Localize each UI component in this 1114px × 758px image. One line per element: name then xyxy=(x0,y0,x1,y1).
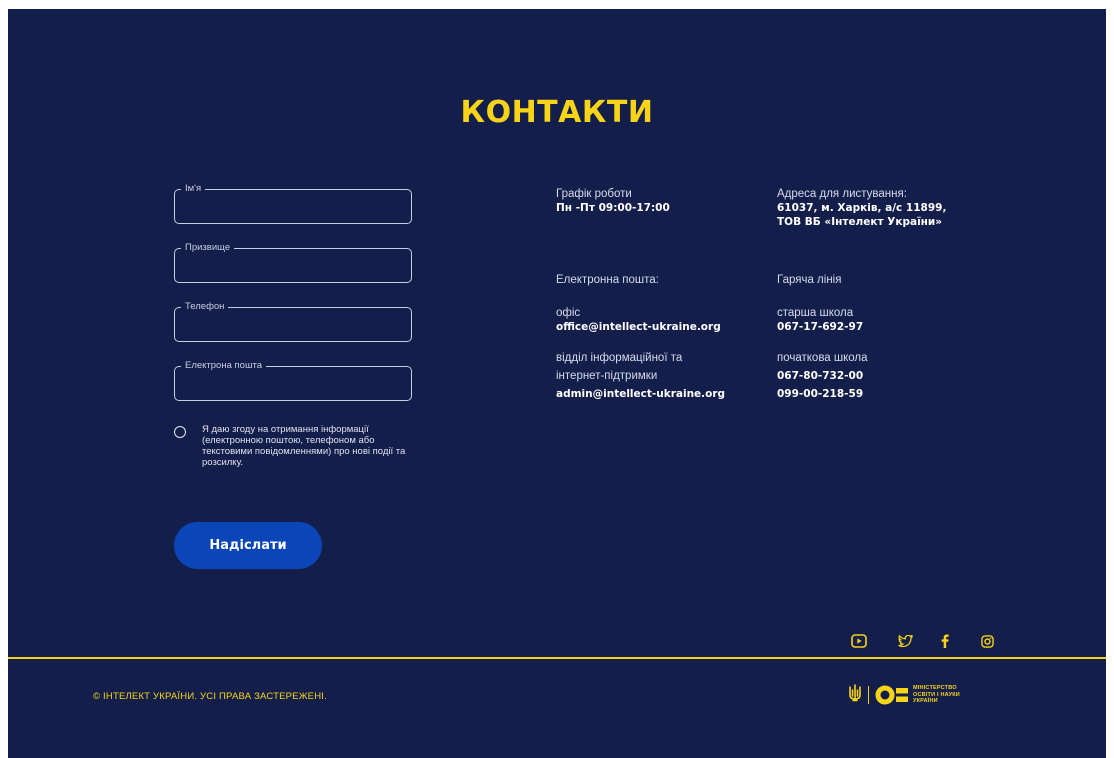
email-field-label: Електрона пошта xyxy=(181,359,267,372)
schedule-value: Пн -Пт 09:00-17:00 xyxy=(556,202,670,214)
footer-logos: МІНІСТЕРСТВО ОСВІТИ І НАУКИ УКРАЇНИ xyxy=(848,680,960,710)
hotline-heading: Гаряча лінія xyxy=(777,274,842,286)
twitter-icon[interactable] xyxy=(896,631,914,651)
page-title: КОНТАКТИ xyxy=(460,95,654,130)
address-line2: ТОВ ВБ «Інтелект України» xyxy=(777,216,943,228)
logo-separator xyxy=(868,686,869,704)
surname-field-label: Призвище xyxy=(181,241,235,254)
support-email-link[interactable]: admin@intellect-ukraine.org xyxy=(556,385,725,403)
senior-school-phone[interactable]: 067-17-692-97 xyxy=(777,320,863,334)
surname-field[interactable]: Призвище xyxy=(174,241,412,283)
address-block: Адреса для листування: 61037, м. Харків,… xyxy=(777,187,946,229)
ministry-logo-text: МІНІСТЕРСТВО ОСВІТИ І НАУКИ УКРАЇНИ xyxy=(913,685,960,705)
senior-school-block: старша школа 067-17-692-97 xyxy=(777,306,863,334)
consent-radio[interactable] xyxy=(174,426,186,438)
primary-school-phone-1[interactable]: 067-80-732-00 xyxy=(777,367,868,385)
trident-icon xyxy=(848,684,862,706)
senior-school-label: старша школа xyxy=(777,307,854,319)
footer-divider xyxy=(8,657,1106,659)
email-field[interactable]: Електрона пошта xyxy=(174,359,412,401)
support-label-line2: інтернет-підтримки xyxy=(556,370,658,382)
name-field-label: Ім'я xyxy=(181,182,206,195)
surname-input[interactable] xyxy=(182,257,404,275)
support-label-line1: відділ інформаційної та xyxy=(556,352,683,364)
support-email-block: відділ інформаційної та інтернет-підтрим… xyxy=(556,349,725,403)
email-heading: Електронна пошта: xyxy=(556,274,659,286)
phone-input[interactable] xyxy=(182,316,404,334)
address-label: Адреса для листування: xyxy=(777,188,907,200)
schedule-label: Графік роботи xyxy=(556,188,632,200)
office-label: офіс xyxy=(556,307,581,319)
address-line1: 61037, м. Харків, а/с 11899, xyxy=(777,202,947,214)
primary-school-label: початкова школа xyxy=(777,352,868,364)
youtube-icon[interactable] xyxy=(850,631,868,651)
office-email-block: офіс office@intellect-ukraine.org xyxy=(556,306,721,334)
copyright-text: © ІНТЕЛЕКТ УКРАЇНИ. УСІ ПРАВА ЗАСТЕРЕЖЕН… xyxy=(93,691,327,702)
instagram-icon[interactable] xyxy=(978,631,996,651)
name-field[interactable]: Ім'я xyxy=(174,182,412,224)
consent-text: Я даю згоду на отримання інформації (еле… xyxy=(202,424,406,468)
phone-field[interactable]: Телефон xyxy=(174,300,412,342)
schedule-block: Графік роботи Пн -Пт 09:00-17:00 xyxy=(556,187,670,215)
submit-button[interactable]: Надіслати xyxy=(174,522,322,569)
email-input[interactable] xyxy=(182,375,404,393)
contacts-section: КОНТАКТИ Ім'я Призвище Телефон Електрона… xyxy=(8,9,1106,758)
phone-field-label: Телефон xyxy=(181,300,229,313)
name-input[interactable] xyxy=(182,198,404,216)
primary-school-phone-2[interactable]: 099-00-218-59 xyxy=(777,385,868,403)
facebook-icon[interactable] xyxy=(938,631,952,651)
ministry-logo-icon xyxy=(875,685,909,705)
primary-school-block: початкова школа 067-80-732-00 099-00-218… xyxy=(777,349,868,403)
office-email-link[interactable]: office@intellect-ukraine.org xyxy=(556,320,721,334)
